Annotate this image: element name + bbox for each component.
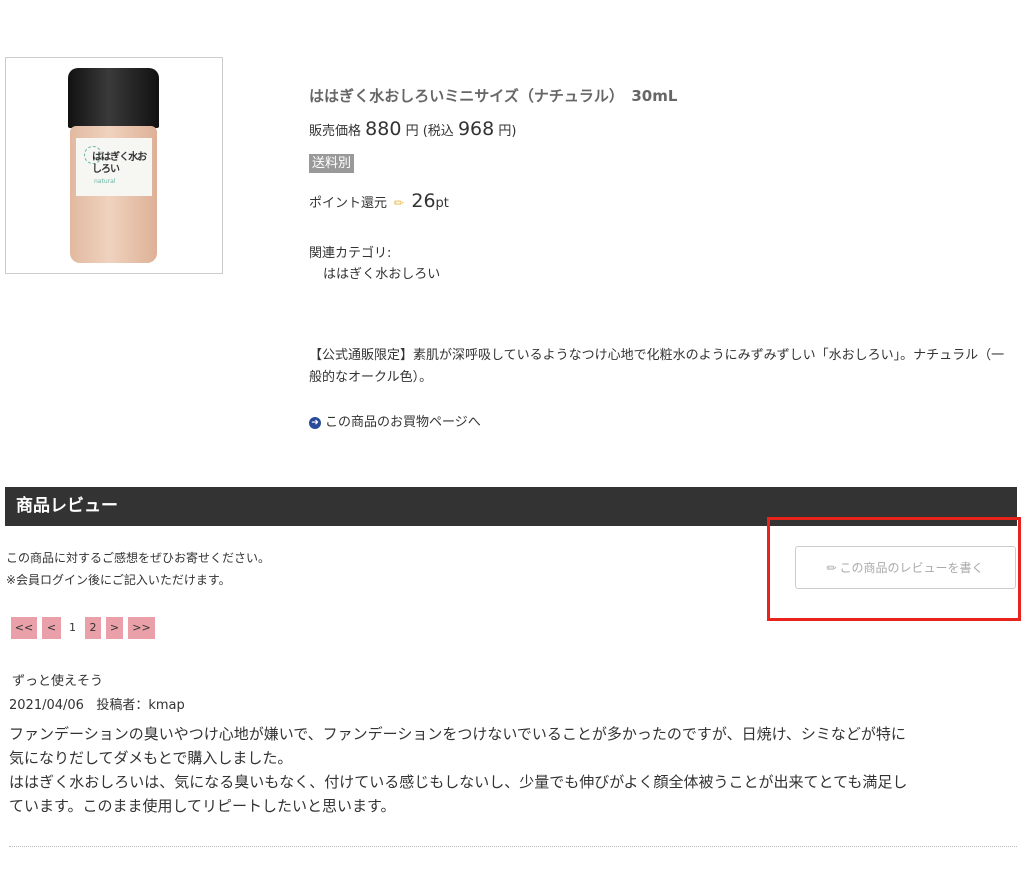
review-body-para2: ははぎく水おしろいは、気になる臭いもなく、付けている感じもしないし、少量でも伸び… [9,773,908,815]
review-meta: 2021/04/06 投稿者：kmap [9,694,185,713]
tax-price: 968 [457,118,495,140]
review-separator [9,846,1017,847]
product-description: 【公式通販限定】素肌が深呼吸しているようなつけ心地で化粧水のようにみずみずしい「… [309,348,1005,385]
product-price: 販売価格 880 円 (税込 968 円) [309,118,516,140]
buy-link-label: この商品のお買物ページへ [325,415,481,430]
bottle-illustration: ははぎく水おしろい natural [68,68,159,263]
pager-next[interactable]: > [106,617,123,639]
price-label: 販売価格 [309,124,362,139]
shipping-badge: 送料別 [309,154,355,173]
buy-page-link[interactable]: ➜ この商品のお買物ページへ [309,411,481,430]
image-label-text: ははぎく水おしろい [92,152,147,175]
pager-page-2[interactable]: 2 [85,617,101,639]
category-label: 関連カテゴリ: [309,246,392,261]
highlight-box [767,517,1021,621]
price-value: 880 [365,118,402,140]
product-title: ははぎく水おしろいミニサイズ（ナチュラル） 30mL [309,87,678,105]
point-label: ポイント還元 [309,196,388,211]
image-label-sub: natural [94,178,116,185]
point-info: ポイント還元 ✎ 26pt [309,190,449,212]
review-note-line2: ※会員ログイン後にご記入いただけます。 [6,573,231,587]
review-author-label: 投稿者： [96,698,149,713]
review-title: ずっと使えそう [12,674,104,689]
pager-last[interactable]: >> [128,617,155,639]
review-note: この商品に対するご感想をぜひお寄せください。 ※会員ログイン後にご記入いただけま… [6,547,270,591]
review-date: 2021/04/06 [9,698,84,713]
point-unit: pt [435,196,449,211]
arrow-circle-icon: ➜ [309,416,321,429]
review-author: kmap [148,698,185,713]
point-value: 26 [411,190,436,212]
tax-unit: 円) [498,124,517,139]
pager-first[interactable]: << [11,617,37,639]
tax-label: (税込 [422,124,454,139]
review-body-para1: ファンデーションの臭いやつけ心地が嫌いで、ファンデーションをつけないでいることが… [9,725,906,767]
review-body: ファンデーションの臭いやつけ心地が嫌いで、ファンデーションをつけないでいることが… [9,722,914,818]
point-icon: ✎ [390,194,408,212]
review-note-line1: この商品に対するご感想をぜひお寄せください。 [6,551,271,565]
category-link[interactable]: ははぎく水おしろい [323,263,440,282]
product-image: ははぎく水おしろい natural [5,57,223,274]
pager-current: 1 [69,621,76,634]
pager-prev[interactable]: < [42,617,61,639]
price-unit: 円 [405,124,419,139]
